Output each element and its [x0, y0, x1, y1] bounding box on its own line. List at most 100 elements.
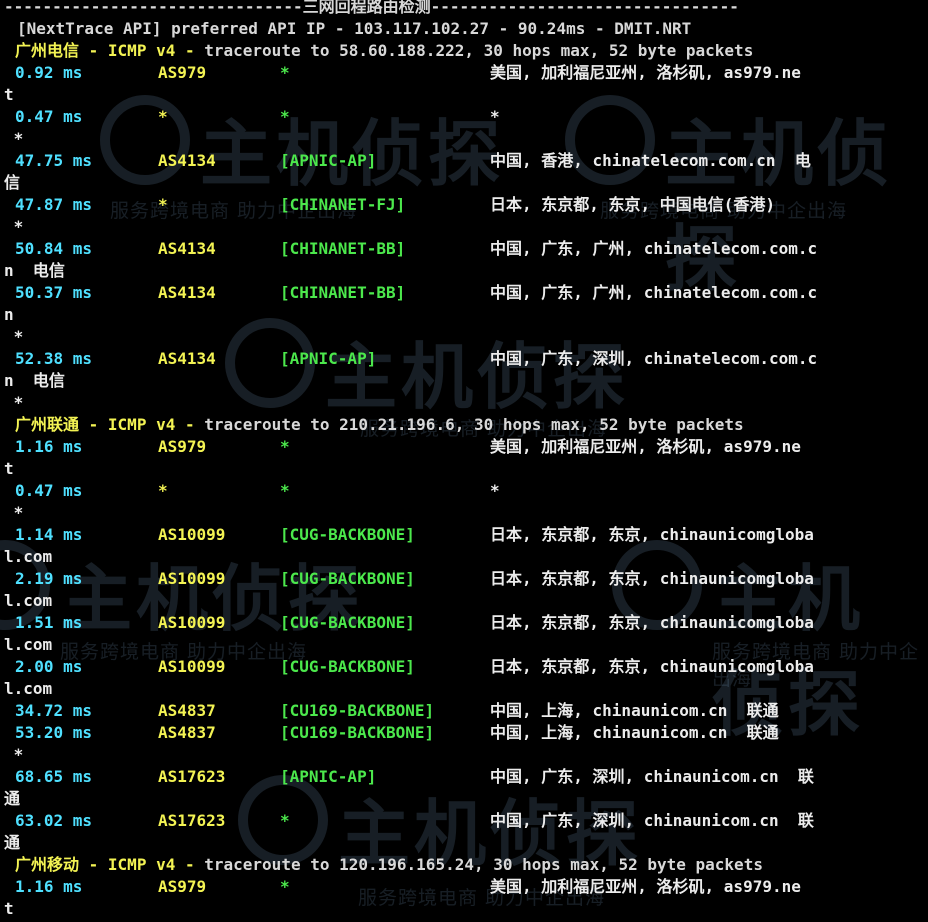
hop-wrap: n 电信 [4, 260, 928, 282]
hop-row: 1.16 ms AS979 * 美国, 加利福尼亚州, 洛杉矶, as979.ne [4, 436, 928, 458]
hop-asn: AS17623 [158, 767, 226, 786]
hop-wrap: t [4, 898, 928, 920]
hop-row: 2.19 ms AS10099 [CUG-BACKBONE] 日本, 东京都, 东京,… [4, 568, 928, 590]
hop-asn: AS4837 [158, 701, 216, 720]
hop-location: 日本, 东京都, 东京, chinaunicomgloba [490, 657, 814, 676]
hop-row: 47.87 ms * [CHINANET-FJ] 日本, 东京都, 东京, 中国电信(… [4, 194, 928, 216]
hop-latency: 0.47 ms [15, 481, 83, 500]
hop-row: 2.00 ms AS10099 [CUG-BACKBONE] 日本, 东京都, 东京,… [4, 656, 928, 678]
hop-asn: AS4134 [158, 283, 216, 302]
hop-latency: 0.47 ms [15, 107, 83, 126]
hop-wrap: n 电信 [4, 370, 928, 392]
hop-location: 中国, 广东, 深圳, chinaunicom.cn 联 [490, 811, 814, 830]
trace-header: 广州电信 - ICMP v4 - traceroute to 58.60.188… [4, 40, 928, 62]
hop-latency: 52.38 ms [15, 349, 93, 368]
title-line: -------------------------------三网回程路由检测-… [4, 0, 928, 18]
hop-latency: 1.16 ms [15, 437, 83, 456]
hop-wrap: * [4, 216, 928, 238]
hop-network-tag: [APNIC-AP] [280, 767, 377, 786]
hop-network-tag: [CUG-BACKBONE] [280, 613, 415, 632]
hop-row: 63.02 ms AS17623 * 中国, 广东, 深圳, chinaunicom.… [4, 810, 928, 832]
hop-wrap-text: t [4, 85, 14, 104]
hop-row: 50.84 ms AS4134 [CHINANET-BB] 中国, 广东, 广州, c… [4, 238, 928, 260]
hop-wrap-text: l.com [4, 635, 53, 654]
hop-location: 美国, 加利福尼亚州, 洛杉矶, as979.ne [490, 877, 801, 896]
hop-asn: AS979 [158, 63, 207, 82]
hop-location: 中国, 广东, 广州, chinatelecom.com.c [490, 239, 818, 258]
hop-latency: 50.37 ms [15, 283, 93, 302]
hop-latency: 1.14 ms [15, 525, 83, 544]
hop-location: 日本, 东京都, 东京, chinaunicomgloba [490, 525, 814, 544]
hop-wrap-text: 信 [4, 173, 21, 192]
protocol: - ICMP v4 - [79, 41, 205, 60]
hop-wrap-text: * [4, 745, 24, 764]
trace-header: 广州联通 - ICMP v4 - traceroute to 210.21.19… [4, 414, 928, 436]
hop-asn: AS4134 [158, 349, 216, 368]
hop-location: 中国, 广东, 深圳, chinaunicom.cn 联 [490, 767, 814, 786]
hop-wrap: * [4, 128, 928, 150]
hop-asn: AS4837 [158, 723, 216, 742]
title-text: -------------------------------三网回程路由检测-… [4, 0, 739, 16]
hop-wrap: l.com [4, 546, 928, 568]
hop-network-tag: * [280, 63, 290, 82]
hop-extra-text: * [4, 327, 24, 346]
hop-network-tag: [CUG-BACKBONE] [280, 525, 415, 544]
hop-location: * [490, 107, 500, 126]
hop-row: 0.47 ms * * * [4, 106, 928, 128]
hop-wrap: * [4, 502, 928, 524]
hop-extra-text: * [4, 393, 24, 412]
hop-network-tag: [CUG-BACKBONE] [280, 569, 415, 588]
hop-wrap: l.com [4, 634, 928, 656]
hop-network-tag: [CU169-BACKBONE] [280, 701, 435, 720]
hop-network-tag: [CHINANET-BB] [280, 283, 406, 302]
hop-latency: 1.16 ms [15, 877, 83, 896]
hop-wrap: 通 [4, 832, 928, 854]
hop-asn: * [158, 107, 168, 126]
hop-wrap-text: * [4, 217, 24, 236]
hop-location: 中国, 广东, 广州, chinatelecom.com.c [490, 283, 818, 302]
traceroute-info: traceroute to 120.196.165.24, 30 hops ma… [204, 855, 763, 874]
hop-wrap-text: t [4, 899, 14, 918]
hop-asn: AS4134 [158, 151, 216, 170]
trace-header-text: 广州移动 - ICMP v4 - traceroute to 120.196.1… [15, 854, 763, 876]
hop-wrap: l.com [4, 590, 928, 612]
hop-location: 日本, 东京都, 东京, 中国电信(香港) [490, 195, 776, 214]
hop-latency: 1.51 ms [15, 613, 83, 632]
hop-location: 美国, 加利福尼亚州, 洛杉矶, as979.ne [490, 63, 801, 82]
hop-location: 中国, 上海, chinaunicom.cn 联通 [490, 723, 779, 742]
hop-asn: * [158, 195, 168, 214]
hop-latency: 34.72 ms [15, 701, 93, 720]
hop-row: 53.20 ms AS4837 [CU169-BACKBONE] 中国, 上海, ch… [4, 722, 928, 744]
hop-wrap-text: l.com [4, 547, 53, 566]
hop-wrap-text: n 电信 [4, 261, 65, 280]
hop-row: 47.75 ms AS4134 [APNIC-AP] 中国, 香港, chinatel… [4, 150, 928, 172]
hop-latency: 0.92 ms [15, 63, 83, 82]
hop-wrap: * [4, 744, 928, 766]
hop-wrap: t [4, 84, 928, 106]
hop-asn: * [158, 481, 168, 500]
hop-latency: 47.87 ms [15, 195, 93, 214]
protocol: - ICMP v4 - [79, 415, 205, 434]
hop-wrap-text: * [4, 129, 24, 148]
hop-location: * [490, 481, 500, 500]
hop-wrap-text: l.com [4, 591, 53, 610]
hop-location: 日本, 东京都, 东京, chinaunicomgloba [490, 569, 814, 588]
hop-row: 1.14 ms AS10099 [CUG-BACKBONE] 日本, 东京都, 东京,… [4, 524, 928, 546]
hop-wrap-text: n [4, 305, 14, 324]
terminal-output[interactable]: -------------------------------三网回程路由检测-… [4, 0, 928, 920]
hop-wrap-text: * [4, 503, 24, 522]
hop-location: 中国, 广东, 深圳, chinatelecom.com.c [490, 349, 818, 368]
hop-network-tag: [CHINANET-BB] [280, 239, 406, 258]
hop-location: 美国, 加利福尼亚州, 洛杉矶, as979.ne [490, 437, 801, 456]
trace-header-text: 广州联通 - ICMP v4 - traceroute to 210.21.19… [15, 414, 744, 436]
hop-latency: 2.19 ms [15, 569, 83, 588]
hop-network-tag: * [280, 437, 290, 456]
target-name: 广州电信 [15, 41, 80, 60]
hop-location: 中国, 香港, chinatelecom.com.cn 电 [490, 151, 811, 170]
hop-network-tag: * [280, 481, 290, 500]
trace-sections: 广州电信 - ICMP v4 - traceroute to 58.60.188… [4, 40, 928, 920]
hop-latency: 53.20 ms [15, 723, 93, 742]
hop-latency: 47.75 ms [15, 151, 93, 170]
hop-row: 1.51 ms AS10099 [CUG-BACKBONE] 日本, 东京都, 东京,… [4, 612, 928, 634]
hop-location: 中国, 上海, chinaunicom.cn 联通 [490, 701, 779, 720]
